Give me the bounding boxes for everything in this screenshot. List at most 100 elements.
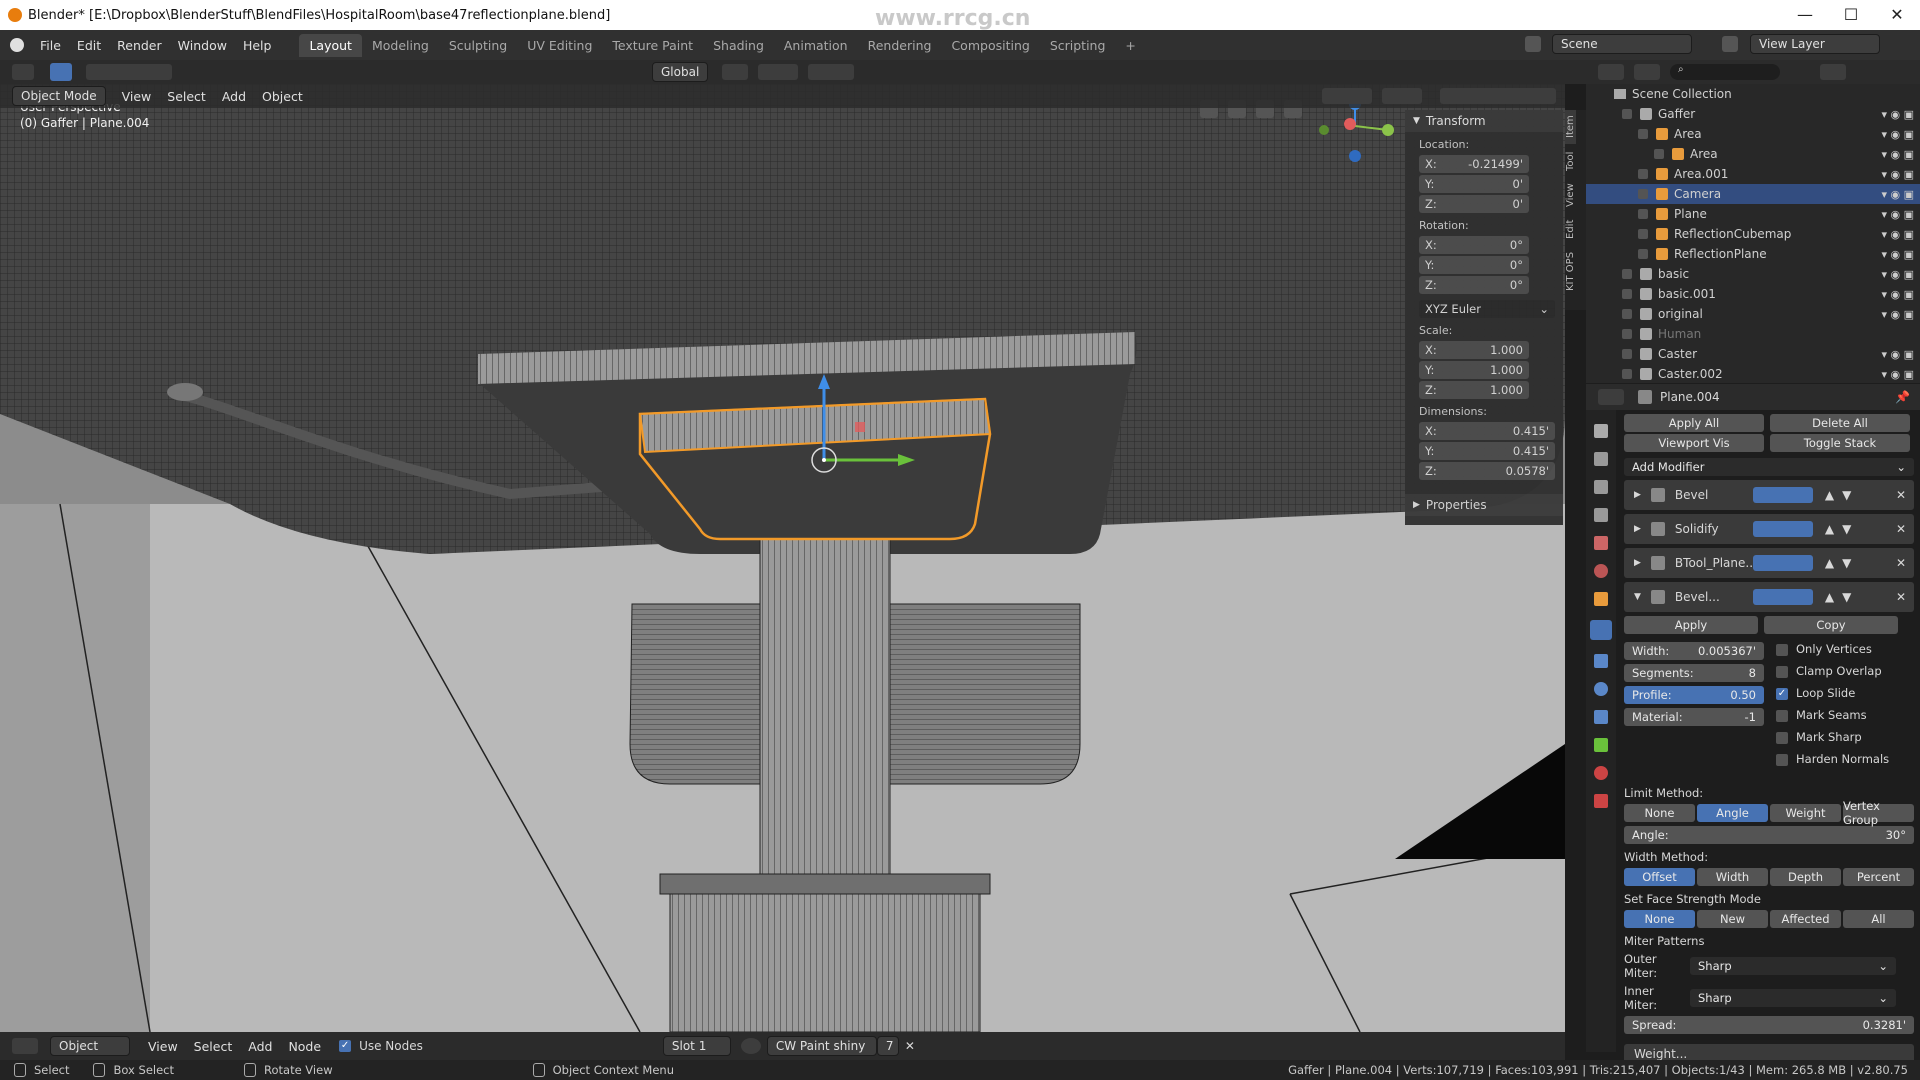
modifier-header[interactable]: ▶ Bevel ▲ ▼ ✕	[1624, 480, 1914, 510]
collection-checkbox[interactable]	[1654, 149, 1664, 159]
tab-shading[interactable]: Shading	[703, 34, 774, 57]
scene-tab-icon[interactable]	[1594, 536, 1608, 550]
physics-tab-icon[interactable]	[1594, 682, 1608, 696]
collection-checkbox[interactable]	[1622, 309, 1632, 319]
material-tab-icon[interactable]	[1594, 766, 1608, 780]
world-tab-icon[interactable]	[1594, 564, 1608, 578]
visibility-toggle-icons[interactable]: ▾ ◉ ▣	[1881, 288, 1914, 301]
collection-checkbox[interactable]	[1622, 289, 1632, 299]
visibility-toggle-icons[interactable]: ▾ ◉ ▣	[1881, 308, 1914, 321]
3d-viewport[interactable]: User Perspective (0) Gaffer | Plane.004	[0, 84, 1565, 1032]
visibility-toggle-icons[interactable]: ▾ ◉ ▣	[1881, 348, 1914, 361]
bevel-option-checkbox[interactable]: Mark Seams	[1776, 708, 1889, 730]
editor-type-icon[interactable]	[12, 64, 34, 80]
outliner-item[interactable]: Area.001 ▾ ◉ ▣	[1586, 164, 1920, 184]
outer-miter-dropdown[interactable]: Sharp ⌄	[1690, 957, 1896, 975]
node-menu-add[interactable]: Add	[240, 1039, 280, 1054]
viewport-menu-view[interactable]: View	[114, 89, 160, 104]
node-menu-node[interactable]: Node	[280, 1039, 329, 1054]
rotation-mode-dropdown[interactable]: XYZ Euler ⌄	[1419, 300, 1555, 318]
menu-edit[interactable]: Edit	[69, 38, 109, 53]
visibility-toggle-icons[interactable]: ▾ ◉ ▣	[1881, 148, 1914, 161]
collapse-icon[interactable]: ▼	[1413, 116, 1420, 126]
spread-field[interactable]: Spread: 0.3281'	[1624, 1016, 1914, 1034]
bevel-option-checkbox[interactable]: ✓ Loop Slide	[1776, 686, 1889, 708]
modifier-visibility-icons[interactable]	[1752, 521, 1813, 537]
bevel-profile-field[interactable]: Profile: 0.50	[1624, 686, 1764, 704]
checkbox-icon[interactable]	[1776, 643, 1788, 656]
modifier-wrench-icon[interactable]	[1590, 620, 1612, 640]
outliner-item[interactable]: basic ▾ ◉ ▣	[1586, 264, 1920, 284]
tab-view[interactable]: View	[1565, 178, 1576, 212]
move-up-icon[interactable]: ▲	[1825, 590, 1834, 604]
close-window-button[interactable]: ✕	[1874, 0, 1920, 30]
particles-tab-icon[interactable]	[1594, 654, 1608, 668]
modifier-header[interactable]: ▶ Solidify ▲ ▼ ✕	[1624, 514, 1914, 544]
viewport-menu-object[interactable]: Object	[254, 89, 311, 104]
maximize-button[interactable]: ☐	[1828, 0, 1874, 30]
collection-checkbox[interactable]	[1622, 269, 1632, 279]
remove-modifier-icon[interactable]: ✕	[1896, 590, 1906, 604]
material-users-count[interactable]: 7	[876, 1036, 899, 1056]
outliner-item[interactable]: Caster.002 ▾ ◉ ▣	[1586, 364, 1920, 384]
width-option[interactable]: Depth	[1770, 868, 1841, 886]
view-layer-selector[interactable]: View Layer	[1750, 34, 1880, 54]
modifier-visibility-icons[interactable]	[1752, 589, 1813, 605]
tab-edit[interactable]: Edit	[1565, 212, 1576, 246]
use-nodes-checkbox[interactable]: ✓	[339, 1040, 352, 1052]
shading-mode-icons[interactable]	[1440, 88, 1556, 104]
snap-icon[interactable]	[758, 64, 799, 80]
modifier-header[interactable]: ▶ BTool_Plane... ▲ ▼ ✕	[1624, 548, 1914, 578]
face-option[interactable]: New	[1697, 910, 1768, 928]
remove-modifier-icon[interactable]: ✕	[1896, 556, 1906, 570]
width-option[interactable]: Percent	[1843, 868, 1914, 886]
apply-all-button[interactable]: Apply All	[1624, 414, 1764, 432]
outliner-item[interactable]: basic.001 ▾ ◉ ▣	[1586, 284, 1920, 304]
tab-scripting[interactable]: Scripting	[1040, 34, 1116, 57]
checkbox-icon[interactable]	[1776, 731, 1788, 744]
material-name-field[interactable]: CW Paint shiny	[766, 1036, 877, 1056]
modifier-visibility-icons[interactable]	[1752, 487, 1813, 503]
expand-arrow-icon[interactable]: ▼	[1634, 592, 1641, 602]
location-z-field[interactable]: Z: 0'	[1419, 195, 1529, 213]
tab-compositing[interactable]: Compositing	[941, 34, 1039, 57]
checkbox-icon[interactable]	[1776, 709, 1788, 722]
visibility-toggle-icons[interactable]: ▾ ◉ ▣	[1881, 268, 1914, 281]
checkbox-icon[interactable]: ✓	[1776, 687, 1788, 700]
tab-modeling[interactable]: Modeling	[362, 34, 439, 57]
tab-uv-editing[interactable]: UV Editing	[517, 34, 602, 57]
properties-subpanel[interactable]: ▶ Properties	[1405, 494, 1563, 516]
visibility-toggle-icons[interactable]: ▾ ◉ ▣	[1881, 128, 1914, 141]
visibility-toggle-icons[interactable]: ▾ ◉ ▣	[1881, 228, 1914, 241]
tab-tool[interactable]: Tool	[1565, 144, 1576, 178]
rotation-z-field[interactable]: Z: 0°	[1419, 276, 1529, 294]
bevel-material-field[interactable]: Material: -1	[1624, 708, 1764, 726]
scale-y-field[interactable]: Y: 1.000	[1419, 361, 1529, 379]
material-browse-icon[interactable]	[740, 1038, 761, 1054]
render-tab-icon[interactable]	[1594, 452, 1608, 466]
tab-kit-ops[interactable]: KIT OPS	[1565, 246, 1576, 296]
limit-option[interactable]: None	[1624, 804, 1695, 822]
bevel-option-checkbox[interactable]: Only Vertices	[1776, 642, 1889, 664]
outliner-item[interactable]: Caster ▾ ◉ ▣	[1586, 344, 1920, 364]
location-x-field[interactable]: X: -0.21499'	[1419, 155, 1529, 173]
move-up-icon[interactable]: ▲	[1825, 522, 1834, 536]
outliner-item[interactable]: Human	[1586, 324, 1920, 344]
pin-icon[interactable]: 📌	[1895, 390, 1910, 404]
tab-animation[interactable]: Animation	[774, 34, 858, 57]
collection-checkbox[interactable]	[1622, 109, 1632, 119]
menu-window[interactable]: Window	[170, 38, 235, 53]
viewport-menu-add[interactable]: Add	[214, 89, 254, 104]
collection-checkbox[interactable]	[1622, 349, 1632, 359]
tab-texture-paint[interactable]: Texture Paint	[602, 34, 703, 57]
object-tab-icon[interactable]	[1594, 592, 1608, 606]
expand-arrow-icon[interactable]: ▶	[1634, 490, 1641, 500]
data-tab-icon[interactable]	[1594, 738, 1608, 752]
node-menu-select[interactable]: Select	[186, 1039, 241, 1054]
outliner-search-input[interactable]: ⌕	[1670, 64, 1780, 80]
collection-checkbox[interactable]	[1622, 329, 1632, 339]
outliner-item[interactable]: Camera ▾ ◉ ▣	[1586, 184, 1920, 204]
pivot-point-icon[interactable]	[722, 64, 749, 80]
select-tool-icon[interactable]	[50, 63, 72, 81]
face-option[interactable]: All	[1843, 910, 1914, 928]
